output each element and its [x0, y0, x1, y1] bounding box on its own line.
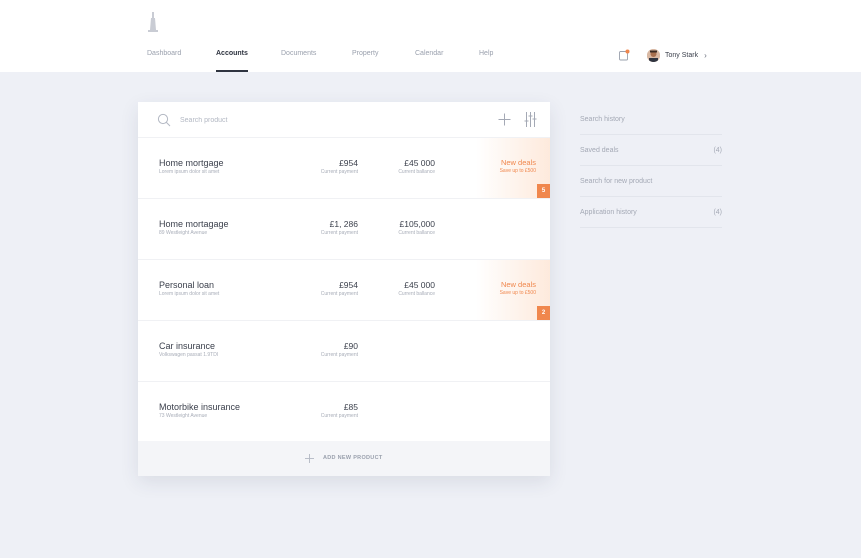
- search-bar: [138, 102, 550, 138]
- product-subtitle: Lorem ipsum dolor sit amet: [159, 169, 220, 175]
- product-title: Car insurance: [159, 341, 216, 351]
- side-item-search-history[interactable]: Search history: [580, 104, 722, 135]
- payment-label: Current payment: [320, 291, 358, 297]
- nav-tab-label: Accounts: [216, 50, 248, 57]
- nav-tab-dashboard[interactable]: Dashboard: [147, 50, 181, 72]
- side-item-saved-deals[interactable]: Saved deals (4): [580, 135, 722, 166]
- product-subtitle: Volkswagen passat 1.9TDI: [159, 352, 219, 358]
- nav-tab-label: Property: [352, 50, 379, 57]
- payment-value: £954: [339, 280, 358, 290]
- deal-count-badge: 5: [537, 184, 550, 198]
- nav-tab-label: Dashboard: [147, 50, 182, 57]
- balance-label: Current ballance: [398, 230, 435, 236]
- bell-icon[interactable]: [618, 49, 630, 61]
- side-item-count: (4): [713, 209, 722, 216]
- add-new-product-button[interactable]: ADD NEW PRODUCT: [138, 441, 550, 476]
- nav-tab-label: Help: [479, 50, 494, 57]
- product-title: Home mortgage: [159, 158, 224, 168]
- nav-tab-label: Calendar: [415, 50, 444, 57]
- side-item-label: Search for new product: [580, 178, 653, 185]
- balance-value: £45 000: [404, 280, 435, 290]
- user-name: Tony Stark: [665, 51, 699, 59]
- balance-value: £45 000: [404, 158, 435, 168]
- nav-tab-label: Documents: [281, 50, 317, 57]
- balance-label: Current ballance: [398, 291, 435, 297]
- sliders-icon[interactable]: [524, 112, 537, 127]
- nav-tab-accounts[interactable]: Accounts: [216, 50, 248, 72]
- payment-value: £90: [343, 341, 358, 351]
- side-item-count: (4): [713, 147, 722, 154]
- payment-label: Current payment: [320, 413, 358, 419]
- nav-tab-property[interactable]: Property: [352, 50, 378, 72]
- search-input[interactable]: [180, 112, 480, 128]
- product-title: Home mortagage: [159, 219, 229, 229]
- side-item-label: Saved deals: [580, 147, 619, 154]
- top-bar: Dashboard Accounts Documents Property Ca…: [0, 0, 861, 72]
- products-card: New deals Save up to £500 5 Home mortgag…: [138, 102, 550, 476]
- avatar: [647, 48, 660, 62]
- product-subtitle: 73 Westleight Avenue: [159, 413, 208, 419]
- deal-count-badge: 2: [537, 306, 550, 320]
- deal-subtitle: Save up to £500: [499, 290, 536, 296]
- payment-label: Current payment: [320, 352, 358, 358]
- payment-value: £954: [339, 158, 358, 168]
- product-row-home-mortgage[interactable]: New deals Save up to £500 5 Home mortgag…: [138, 138, 550, 199]
- user-menu[interactable]: Tony Stark ›: [647, 48, 707, 62]
- balance-value: £105,000: [399, 219, 435, 229]
- nav-tab-documents[interactable]: Documents: [281, 50, 316, 72]
- add-new-product-label: ADD NEW PRODUCT: [323, 455, 383, 461]
- product-title: Motorbike insurance: [159, 402, 241, 412]
- deal-highlight[interactable]: New deals Save up to £500 5: [476, 138, 550, 198]
- plus-icon: [305, 454, 314, 463]
- nav-tab-help[interactable]: Help: [479, 50, 493, 72]
- payment-label: Current payment: [320, 230, 358, 236]
- side-item-application-history[interactable]: Application history (4): [580, 197, 722, 228]
- deal-subtitle: Save up to £500: [499, 168, 536, 174]
- balance-label: Current ballance: [398, 169, 435, 175]
- product-row-home-mortagage[interactable]: Home mortagage 89 Westleight Avenue £1, …: [138, 199, 550, 260]
- deal-title: New deals: [500, 280, 536, 289]
- side-item-search-new-product[interactable]: Search for new product: [580, 166, 722, 197]
- payment-value: £1, 286: [329, 219, 358, 229]
- product-row-personal-loan[interactable]: New deals Save up to £500 2 Personal loa…: [138, 260, 550, 321]
- nav-tab-calendar[interactable]: Calendar: [415, 50, 443, 72]
- search-icon: [157, 113, 171, 127]
- deal-title: New deals: [500, 158, 536, 167]
- chevron-right-icon: ›: [704, 50, 707, 60]
- deal-highlight[interactable]: New deals Save up to £500 2: [476, 260, 550, 320]
- payment-label: Current payment: [320, 169, 358, 175]
- side-item-label: Application history: [580, 209, 637, 216]
- plus-icon[interactable]: [498, 113, 511, 126]
- product-row-car-insurance[interactable]: Car insurance Volkswagen passat 1.9TDI £…: [138, 321, 550, 382]
- product-subtitle: 89 Westleight Avenue: [159, 230, 208, 236]
- tower-logo[interactable]: [146, 12, 160, 32]
- side-item-label: Search history: [580, 116, 625, 123]
- product-row-motorbike-insurance[interactable]: Motorbike insurance 73 Westleight Avenue…: [138, 382, 550, 443]
- product-title: Personal loan: [159, 280, 215, 290]
- payment-value: £85: [343, 402, 358, 412]
- product-subtitle: Lorem ipsum dolor sit amet: [159, 291, 220, 297]
